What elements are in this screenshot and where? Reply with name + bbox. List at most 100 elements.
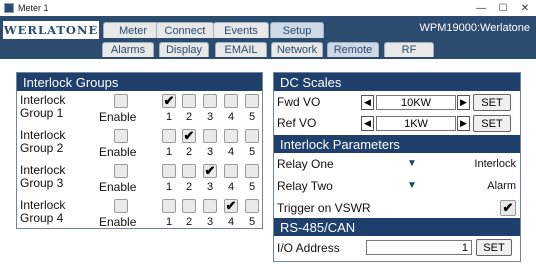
brand-logo: WERLATONE [3, 21, 99, 39]
relay-number-label: 5 [248, 216, 256, 228]
relay-number-label: 1 [165, 216, 173, 228]
group-1-relay-1-checkbox[interactable]: ✔ [162, 93, 176, 108]
group-label-line2: Group 1 [20, 106, 64, 120]
subtab-alarms[interactable]: Alarms [102, 42, 154, 57]
trigger-vswr-label: Trigger on VSWR [277, 201, 371, 215]
tab-setup[interactable]: Setup [270, 22, 324, 38]
subtab-display[interactable]: Display [159, 42, 209, 57]
window-title-bar: Meter 1 — ☐ ✕ [0, 0, 536, 16]
relay-number-label: 3 [206, 216, 214, 228]
check-mark-icon: ✔ [502, 200, 514, 215]
subtab-remote[interactable]: Remote [327, 42, 379, 57]
group-4-relay-1-checkbox[interactable] [162, 199, 176, 213]
rs485-title: RS-485/CAN [274, 218, 520, 236]
content-area: Interlock Groups Interlock Group 1 Enable ✔… [0, 59, 536, 264]
group-4-relay-4-checkbox[interactable]: ✔ [224, 198, 238, 213]
relay-number-label: 5 [248, 111, 256, 123]
fwd-vo-field[interactable]: 10KW [376, 95, 456, 110]
ref-vo-set-button[interactable]: SET [473, 115, 511, 132]
fwd-vo-increase-button[interactable]: ▶ [457, 95, 470, 110]
relay-number-label: 2 [185, 146, 193, 158]
dc-scales-title: DC Scales [274, 73, 520, 91]
group-4-enable-checkbox[interactable] [114, 199, 128, 213]
relay-number-label: 4 [227, 216, 235, 228]
group-1-enable-checkbox[interactable] [114, 94, 128, 108]
group-4-relay-3-checkbox[interactable] [203, 199, 217, 213]
group-1-relay-4-checkbox[interactable] [224, 94, 238, 108]
relay-number-label: 1 [165, 146, 173, 158]
fwd-vo-set-button[interactable]: SET [473, 94, 511, 111]
relay-number-label: 1 [165, 111, 173, 123]
relay-number-label: 2 [185, 216, 193, 228]
relay-number-label: 4 [227, 181, 235, 193]
header: WERLATONE WPM19000:Werlatone Meter Conne… [0, 16, 536, 62]
device-name: WPM19000:Werlatone [419, 22, 530, 34]
group-3-relay-3-checkbox[interactable]: ✔ [203, 163, 217, 178]
check-mark-icon: ✔ [204, 163, 216, 178]
interlock-groups-panel: Interlock Groups Interlock Group 1 Enable ✔… [16, 72, 263, 229]
app-icon [4, 3, 14, 13]
group-4-relay-5-checkbox[interactable] [245, 199, 259, 213]
interlock-groups-title: Interlock Groups [17, 73, 262, 91]
relay-number-label: 1 [165, 181, 173, 193]
tab-events[interactable]: Events [213, 22, 269, 38]
group-2-relay-3-checkbox[interactable] [203, 129, 217, 143]
tab-connect[interactable]: Connect [156, 22, 214, 38]
ref-vo-increase-button[interactable]: ▶ [457, 116, 470, 131]
relay-number-label: 2 [185, 111, 193, 123]
relay-one-label: Relay One [277, 157, 334, 171]
relay-two-select[interactable]: Alarm [424, 180, 516, 192]
ref-vo-label: Ref VO [277, 116, 317, 130]
interlock-params-title: Interlock Parameters [274, 135, 520, 153]
group-1-relay-3-checkbox[interactable] [203, 94, 217, 108]
group-3-relay-1-checkbox[interactable] [162, 164, 176, 178]
group-label-line2: Group 4 [20, 211, 64, 225]
group-label-line2: Group 2 [20, 141, 64, 155]
relay-number-label: 4 [227, 111, 235, 123]
close-button[interactable]: ✕ [514, 0, 536, 16]
group-2-relay-1-checkbox[interactable] [162, 129, 176, 143]
check-mark-icon: ✔ [225, 198, 237, 213]
enable-label: Enable [99, 180, 137, 194]
enable-label: Enable [99, 110, 137, 124]
group-3-relay-5-checkbox[interactable] [245, 164, 259, 178]
relay-number-label: 4 [227, 146, 235, 158]
minimize-button[interactable]: — [470, 0, 492, 16]
group-2-relay-4-checkbox[interactable] [224, 129, 238, 143]
io-address-label: I/O Address [277, 241, 340, 255]
group-2-enable-checkbox[interactable] [114, 129, 128, 143]
group-2-relay-2-checkbox[interactable]: ✔ [182, 128, 196, 143]
tab-meter[interactable]: Meter [103, 22, 163, 38]
subtab-rf[interactable]: RF [384, 42, 434, 57]
io-address-set-button[interactable]: SET [476, 239, 512, 256]
fwd-vo-label: Fwd VO [277, 95, 321, 109]
relay-one-dropdown-icon[interactable]: ▼ [407, 158, 417, 169]
window-title: Meter 1 [18, 3, 49, 13]
maximize-button[interactable]: ☐ [492, 0, 514, 16]
ref-vo-field[interactable]: 1KW [376, 116, 456, 131]
relay-number-label: 2 [185, 181, 193, 193]
ref-vo-decrease-button[interactable]: ◀ [361, 116, 374, 131]
group-1-relay-5-checkbox[interactable] [245, 94, 259, 108]
group-3-relay-4-checkbox[interactable] [224, 164, 238, 178]
fwd-vo-decrease-button[interactable]: ◀ [361, 95, 374, 110]
relay-number-label: 5 [248, 181, 256, 193]
relay-number-label: 3 [206, 146, 214, 158]
group-3-relay-2-checkbox[interactable] [182, 164, 196, 178]
group-3-enable-checkbox[interactable] [114, 164, 128, 178]
group-2-relay-5-checkbox[interactable] [245, 129, 259, 143]
relay-two-label: Relay Two [277, 179, 333, 193]
relay-two-dropdown-icon[interactable]: ▼ [407, 180, 417, 191]
group-1-relay-2-checkbox[interactable] [182, 94, 196, 108]
relay-number-label: 3 [206, 111, 214, 123]
check-mark-icon: ✔ [183, 128, 195, 143]
check-mark-icon: ✔ [163, 93, 175, 108]
subtab-email[interactable]: EMAIL [215, 42, 267, 57]
group-label-line2: Group 3 [20, 176, 64, 190]
enable-label: Enable [99, 145, 137, 159]
subtab-network[interactable]: Network [271, 42, 323, 57]
group-4-relay-2-checkbox[interactable] [182, 199, 196, 213]
io-address-field[interactable]: 1 [366, 240, 472, 255]
relay-one-select[interactable]: Interlock [424, 158, 516, 170]
trigger-vswr-checkbox[interactable]: ✔ [500, 200, 516, 216]
